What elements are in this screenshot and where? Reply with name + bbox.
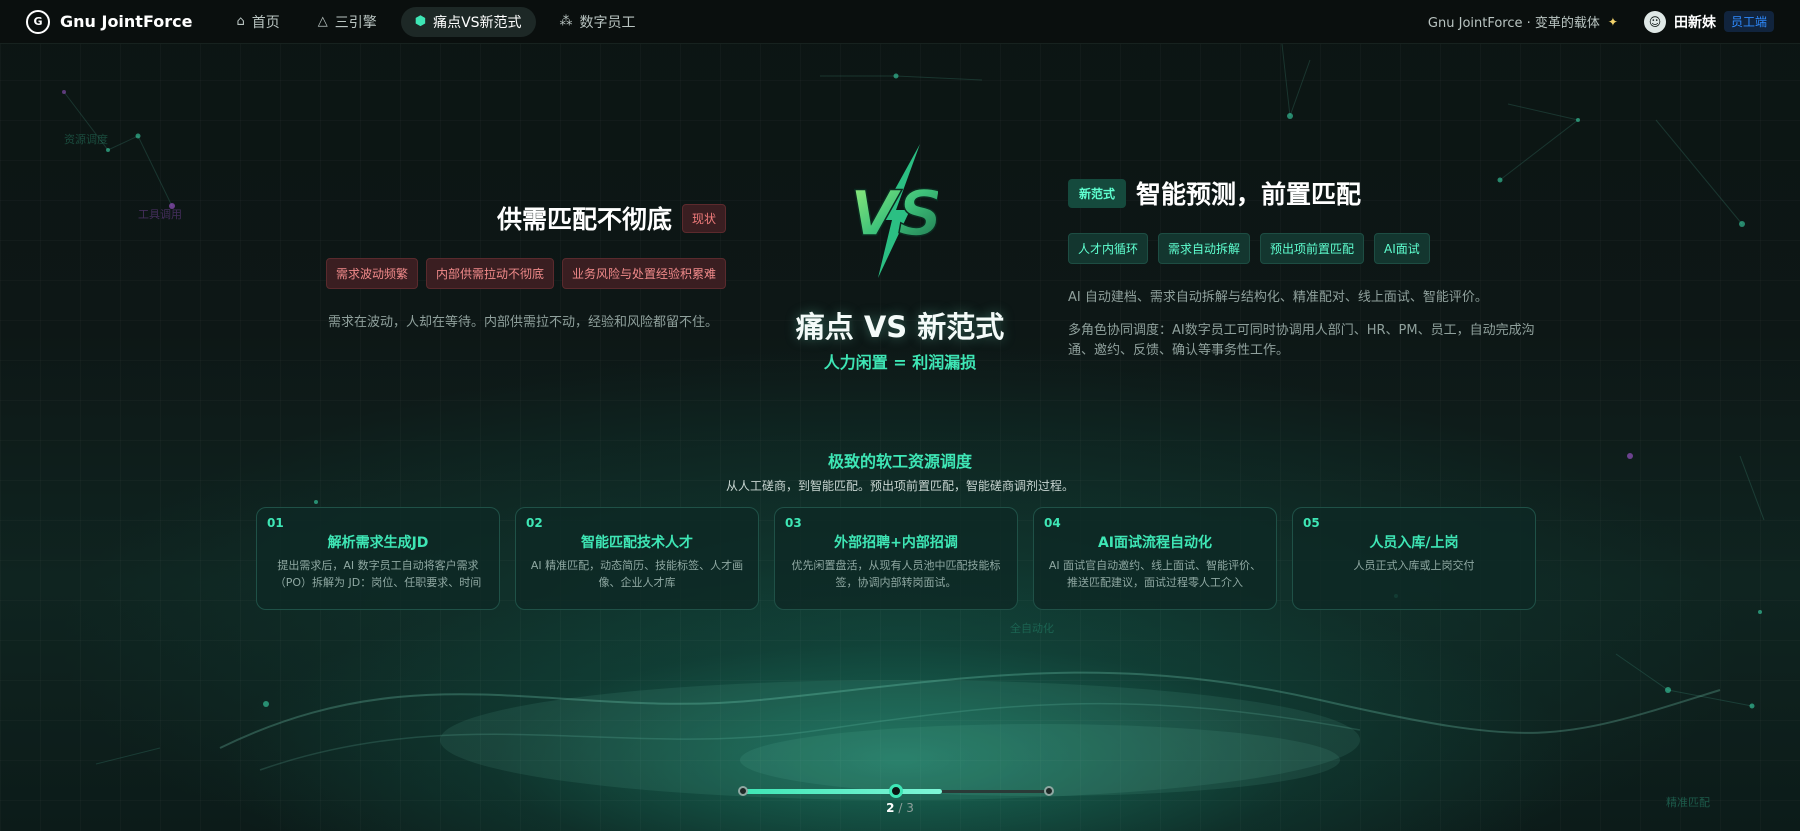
brand-logo[interactable]: G Gnu JointForce (26, 9, 193, 34)
step-title: 解析需求生成JD (327, 535, 429, 551)
step-title: 人员入库/上岗 (1369, 535, 1459, 551)
pain-point-title: 供需匹配不彻底 (496, 205, 672, 234)
nav-item-engines[interactable]: △ 三引擎 (304, 7, 391, 37)
pager-dot-2[interactable] (889, 784, 903, 798)
bg-label-automation: 全自动化 (1010, 622, 1054, 635)
step-title: 智能匹配技术人才 (581, 535, 693, 551)
step-number: 01 (267, 516, 284, 530)
nav-item-label: 痛点VS新范式 (433, 14, 522, 31)
network-decoration (62, 43, 1765, 800)
slide-pager (738, 784, 1054, 798)
paradigm-title: 智能预测，前置匹配 (1136, 180, 1362, 209)
user-name[interactable]: 田新妹 (1674, 12, 1716, 32)
nav-item-label: 三引擎 (334, 14, 377, 31)
bg-label-tools: 工具调用 (138, 208, 182, 221)
process-steps: 01 解析需求生成JD 提出需求后，AI 数字员工自动将客户需求（PO）拆解为 … (256, 507, 1536, 610)
pain-pill: 内部供需拉动不彻底 (425, 258, 554, 289)
step-card[interactable]: 01 解析需求生成JD 提出需求后，AI 数字员工自动将客户需求（PO）拆解为 … (256, 507, 500, 610)
gnu-logo-icon: G (26, 9, 50, 34)
process-subtitle: 从人工磋商，到智能匹配。预出项前置匹配，智能磋商调剂过程。 (725, 479, 1074, 493)
pain-point-description: 需求在波动，人却在等待。内部供需拉不动，经验和风险都留不住。 (327, 315, 718, 330)
pager-dot-3[interactable] (1044, 786, 1054, 796)
role-badge[interactable]: 员工端 (1723, 11, 1774, 32)
pager-progress (742, 789, 942, 794)
step-card[interactable]: 03 外部招聘+内部招调 优先闲置盘活，从现有人员池中匹配技能标签，协调内部转岗… (774, 507, 1018, 610)
pain-pill: 业务风险与处置经验积累难 (561, 258, 726, 289)
top-nav: G Gnu JointForce ⌂ 首页 △ 三引擎 ⬢ 痛点VS新范式 ⁂ … (0, 0, 1800, 44)
step-card[interactable]: 05 人员入库/上岗 人员正式入库或上岗交付 (1292, 507, 1536, 610)
pager-current: 2 (886, 801, 895, 815)
paradigm-description-1: AI 自动建档、需求自动拆解与结构化、精准配对、线上面试、智能评价。 (1068, 290, 1488, 305)
sparkle-icon: ✦ (1607, 14, 1618, 29)
process-title: 极致的软工资源调度 (827, 452, 972, 471)
pager-total: 3 (906, 801, 914, 815)
avatar[interactable]: ☺ (1643, 10, 1666, 33)
nodes-icon: ⁂ (559, 14, 573, 29)
step-number: 03 (785, 516, 802, 530)
bg-label-matching: 精准匹配 (1666, 796, 1710, 809)
step-title: 外部招聘+内部招调 (834, 535, 958, 551)
step-title: AI面试流程自动化 (1097, 535, 1213, 551)
svg-text:VS: VS (850, 177, 938, 250)
center-title: 痛点 VS 新范式 (795, 310, 1005, 344)
brand-name: Gnu JointForce (60, 12, 193, 31)
bg-label-scheduling: 资源调度 (64, 133, 108, 146)
paradigm-pill: 人才内循环 (1068, 233, 1149, 264)
step-card[interactable]: 02 智能匹配技术人才 AI 精准匹配，动态简历、技能标签、人才画像、企业人才库 (515, 507, 759, 610)
paradigm-description-2: 多角色协同调度：AI数字员工可同时协调用人部门、HR、PM、员工，自动完成沟通、… (1068, 323, 1535, 358)
step-description: AI 精准匹配，动态简历、技能标签、人才画像、企业人才库 (530, 559, 744, 589)
new-paradigm-panel: 新范式 智能预测，前置匹配 人才内循环 需求自动拆解 预出项前置匹配 AI面试 … (1068, 175, 1538, 361)
vs-logo-icon: VS (849, 144, 938, 278)
nav-item-label: 首页 (251, 14, 280, 31)
pager-separator: / (898, 801, 903, 815)
tagline: Gnu JointForce · 变革的载体 (1427, 16, 1600, 31)
pager-dot-1[interactable] (738, 786, 748, 796)
status-tag: 现状 (681, 203, 726, 233)
nav-right: Gnu JointForce · 变革的载体 ✦ ☺ 田新妹 员工端 (1427, 10, 1774, 33)
pain-pill: 需求波动频繁 (325, 258, 418, 289)
paradigm-pill: AI面试 (1374, 233, 1430, 264)
step-number: 04 (1044, 516, 1061, 530)
step-description: 提出需求后，AI 数字员工自动将客户需求（PO）拆解为 JD：岗位、任职要求、时… (274, 559, 482, 589)
pain-point-pills: 需求波动频繁 内部供需拉动不彻底 业务风险与处置经验积累难 (320, 258, 726, 289)
cube-icon: ⬢ (414, 14, 427, 29)
step-description: AI 面试官自动邀约、线上面试、智能评价、推送匹配建议，面试过程零人工介入 (1048, 559, 1262, 589)
nav-item-painpoints[interactable]: ⬢ 痛点VS新范式 (400, 6, 536, 37)
center-subtitle: 人力闲置 = 利润漏损 (823, 353, 977, 372)
triangle-icon: △ (317, 14, 328, 29)
paradigm-pill: 预出项前置匹配 (1260, 233, 1365, 264)
nav-item-home[interactable]: ⌂ 首页 (222, 7, 293, 37)
nav-item-digital-staff[interactable]: ⁂ 数字员工 (546, 7, 650, 37)
pager-count: 2 / 3 (840, 801, 960, 815)
step-description: 优先闲置盘活，从现有人员池中匹配技能标签，协调内部转岗面试。 (791, 559, 1001, 589)
pain-point-panel: 供需匹配不彻底 现状 需求波动频繁 内部供需拉动不彻底 业务风险与处置经验积累难… (320, 200, 726, 330)
paradigm-pill: 需求自动拆解 (1158, 233, 1251, 264)
step-number: 02 (526, 516, 543, 530)
home-icon: ⌂ (236, 14, 245, 29)
step-number: 05 (1303, 516, 1320, 530)
nav-item-label: 数字员工 (579, 14, 636, 31)
paradigm-pills: 人才内循环 需求自动拆解 预出项前置匹配 AI面试 (1068, 233, 1538, 264)
step-card[interactable]: 04 AI面试流程自动化 AI 面试官自动邀约、线上面试、智能评价、推送匹配建议… (1033, 507, 1277, 610)
paradigm-tag: 新范式 (1068, 178, 1127, 208)
step-description: 人员正式入库或上岗交付 (1353, 559, 1475, 572)
